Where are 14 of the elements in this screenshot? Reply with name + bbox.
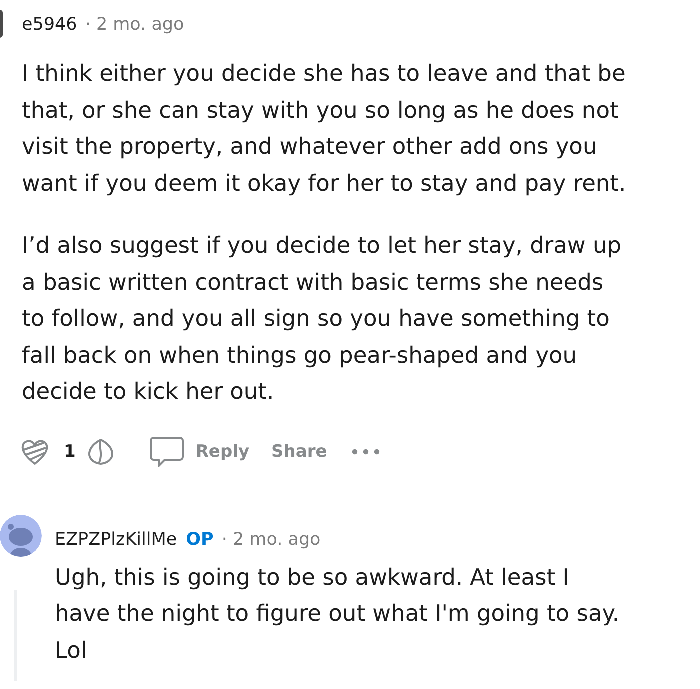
avatar-icon[interactable] [0, 514, 42, 556]
comment-icon [150, 436, 184, 468]
username[interactable]: EZPZPlzKillMe [55, 530, 178, 550]
username[interactable]: e5946 [22, 15, 78, 35]
op-label: OP [186, 530, 214, 550]
comment-text: I’d also suggest if you decide to let her stay, draw up a basic written contract with basic terms she needs to follow, and you all sign so you have something to fall back on when things go pear-shaped and you decide to kick her out. [22, 232, 623, 407]
timestamp: · 2 mo. ago [85, 15, 184, 35]
more-icon[interactable] [352, 448, 380, 454]
timestamp: · 2 mo. ago [222, 530, 321, 550]
vote-count: 1 [64, 442, 76, 462]
avatar-edge-icon [0, 10, 3, 38]
split-heart-icon[interactable] [86, 436, 116, 466]
comment-text: I think either you decide she has to leave and that be that, or she can stay with you so long as he does not visit the property, and whatever other add ons you want if you deem it okay for her to stay and pay rent. [22, 60, 628, 198]
comment-text: Ugh, this is going to be so awkward. At least I have the night to figure out what I'm going to say. Lol [55, 564, 620, 666]
